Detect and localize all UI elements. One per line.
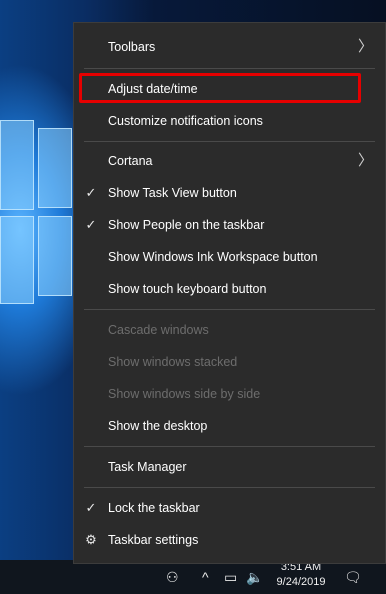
menu-item-show-people[interactable]: ✓ Show People on the taskbar	[74, 209, 385, 241]
network-icon[interactable]: ▭	[224, 566, 237, 588]
menu-item-customize-notification-icons[interactable]: Customize notification icons	[74, 105, 385, 137]
menu-separator	[84, 309, 375, 310]
menu-separator	[84, 68, 375, 69]
menu-item-label: Toolbars	[108, 40, 156, 54]
menu-item-label: Show windows stacked	[108, 355, 238, 369]
menu-item-show-task-view-button[interactable]: ✓ Show Task View button	[74, 177, 385, 209]
menu-item-show-ink-workspace[interactable]: Show Windows Ink Workspace button	[74, 241, 385, 273]
taskbar-context-menu: Toolbars 〉 Adjust date/time Customize no…	[73, 22, 386, 564]
menu-item-label: Show People on the taskbar	[108, 218, 265, 232]
windows-logo-pane	[38, 128, 72, 208]
menu-item-cascade-windows: Cascade windows	[74, 314, 385, 346]
menu-item-label: Cortana	[108, 154, 153, 168]
menu-item-label: Show touch keyboard button	[108, 282, 267, 296]
menu-item-label: Show Windows Ink Workspace button	[108, 250, 318, 264]
menu-separator	[84, 141, 375, 142]
menu-item-label: Show the desktop	[108, 419, 208, 433]
volume-icon[interactable]: 🔈	[246, 566, 263, 588]
annotation-highlight-box	[79, 73, 361, 103]
menu-item-label: Taskbar settings	[108, 533, 199, 547]
action-center-icon[interactable]: 🗨	[344, 566, 362, 588]
windows-logo-pane	[38, 216, 72, 296]
menu-item-label: Show Task View button	[108, 186, 237, 200]
menu-item-label: Task Manager	[108, 460, 187, 474]
menu-item-taskbar-settings[interactable]: ⚙ Taskbar settings	[74, 524, 385, 556]
menu-item-show-windows-side-by-side: Show windows side by side	[74, 378, 385, 410]
chevron-right-icon: 〉	[357, 152, 373, 169]
menu-item-show-windows-stacked: Show windows stacked	[74, 346, 385, 378]
menu-item-lock-taskbar[interactable]: ✓ Lock the taskbar	[74, 492, 385, 524]
menu-item-show-desktop[interactable]: Show the desktop	[74, 410, 385, 442]
menu-item-label: Show windows side by side	[108, 387, 261, 401]
checkmark-icon: ✓	[85, 500, 97, 515]
checkmark-icon: ✓	[85, 217, 97, 232]
menu-item-cortana[interactable]: Cortana 〉	[74, 145, 385, 177]
chevron-right-icon: 〉	[357, 38, 373, 55]
checkmark-icon: ✓	[85, 185, 97, 200]
menu-item-label: Customize notification icons	[108, 114, 263, 128]
windows-logo-pane	[0, 216, 34, 304]
gear-icon: ⚙	[85, 532, 97, 547]
windows-logo-pane	[0, 120, 34, 210]
menu-item-show-touch-keyboard[interactable]: Show touch keyboard button	[74, 273, 385, 305]
menu-separator	[84, 446, 375, 447]
clock-date: 9/24/2019	[276, 576, 326, 588]
chevron-up-icon[interactable]: ^	[202, 566, 209, 588]
taskbar-clock[interactable]: 3:51 AM 9/24/2019	[270, 560, 332, 590]
menu-item-label: Lock the taskbar	[108, 501, 200, 515]
menu-item-toolbars[interactable]: Toolbars 〉	[74, 31, 385, 63]
menu-separator	[84, 487, 375, 488]
menu-item-label: Cascade windows	[108, 323, 209, 337]
people-icon[interactable]: ⚇	[166, 566, 179, 588]
menu-item-task-manager[interactable]: Task Manager	[74, 451, 385, 483]
